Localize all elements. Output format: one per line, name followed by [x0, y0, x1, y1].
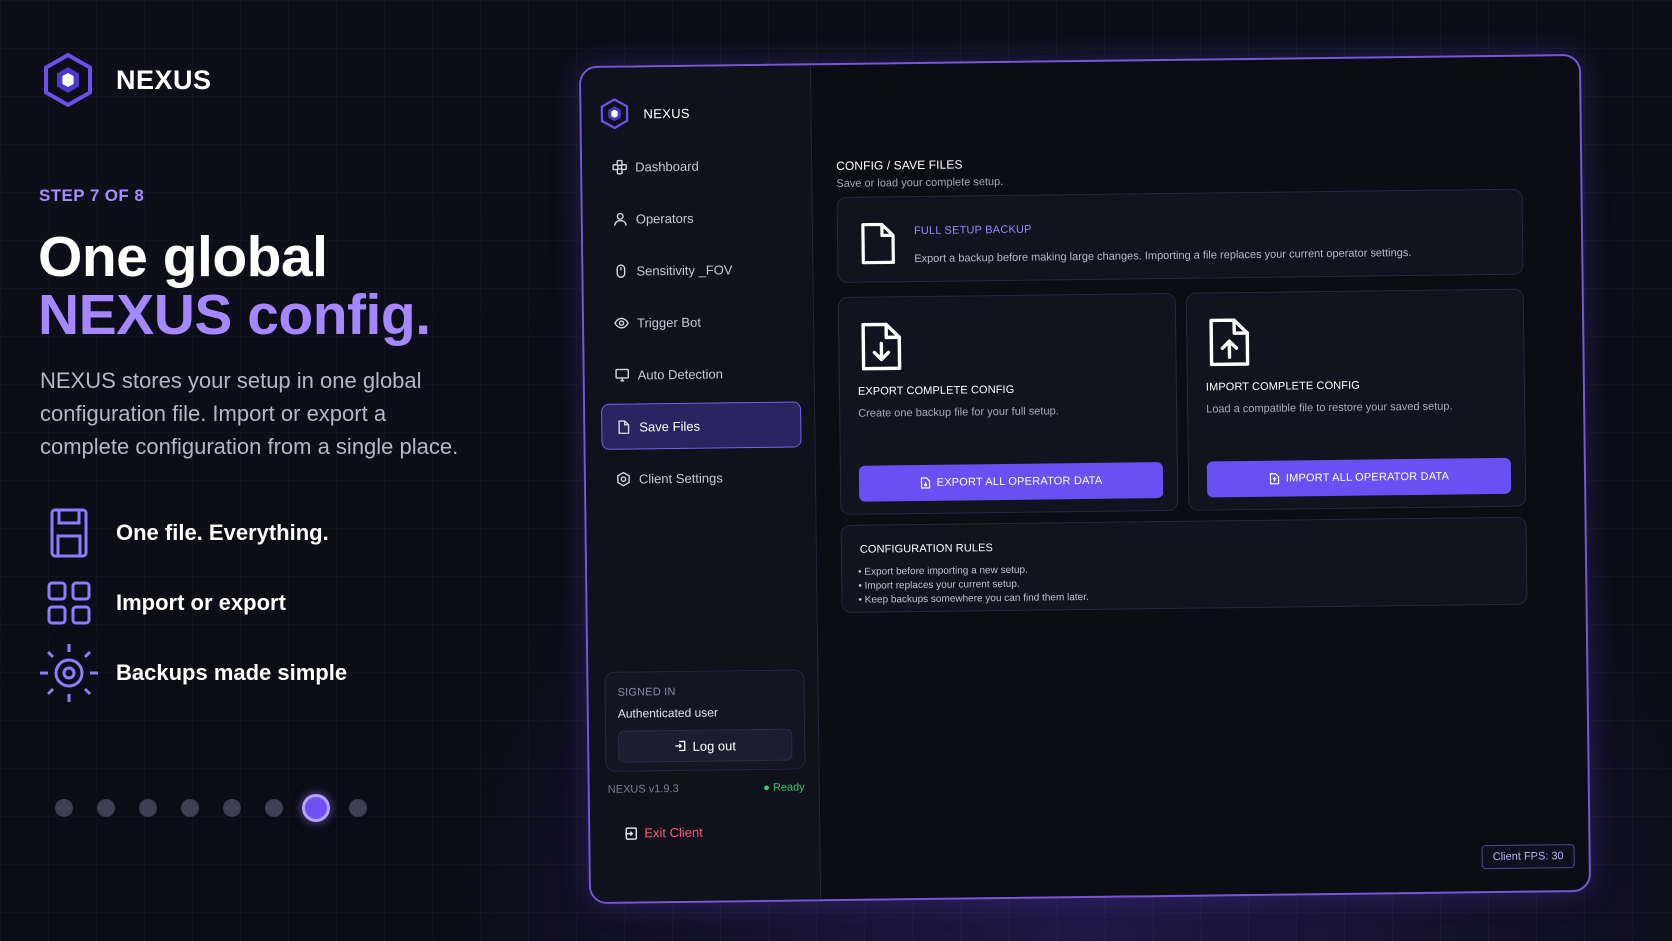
feature-one-file: One file. Everything. [38, 502, 329, 564]
breadcrumb: CONFIG / SAVE FILES [836, 157, 963, 174]
backup-title: FULL SETUP BACKUP [913, 223, 1032, 238]
sidebar-brand-name: NEXUS [643, 105, 690, 121]
page-dot-6[interactable] [265, 799, 283, 817]
logout-label: Log out [692, 737, 737, 754]
sun-icon [40, 644, 98, 702]
sidebar-item-label: Auto Detection [637, 365, 724, 382]
sidebar-item-operators[interactable]: Operators [599, 193, 800, 241]
user-icon [614, 212, 627, 226]
sidebar-item-label: Client Settings [638, 469, 723, 486]
sidebar-item-label: Dashboard [635, 158, 699, 174]
feature-label: Import or export [116, 590, 286, 615]
grid-icon [47, 581, 91, 625]
floppy-disk-icon [50, 508, 88, 558]
logout-button[interactable]: Log out [618, 728, 793, 763]
sidebar-item-client-settings[interactable]: Client Settings [602, 453, 803, 501]
version-label: NEXUS v1.9.3 [607, 782, 679, 796]
settings-icon [617, 471, 630, 487]
sidebar-item-label: Trigger Bot [636, 314, 701, 330]
file-icon [618, 419, 630, 434]
exit-client-button[interactable]: Exit Client [624, 825, 703, 841]
config-rules-card: CONFIGURATION RULES • Export before impo… [840, 516, 1528, 613]
status-ready: ● Ready [763, 781, 805, 794]
hexagon-logo-icon [600, 98, 629, 130]
monitor-icon [615, 368, 630, 381]
page-dot-8[interactable] [349, 799, 367, 817]
file-icon [1269, 473, 1280, 485]
backup-text: Export a backup before making large chan… [914, 246, 1412, 266]
sidebar-item-label: Operators [635, 210, 694, 226]
page-dot-2[interactable] [97, 799, 115, 817]
import-all-button[interactable]: IMPORT ALL OPERATOR DATA [1206, 457, 1512, 498]
file-icon [861, 222, 895, 265]
rules-list: • Export before importing a new setup. •… [858, 563, 1089, 608]
page-subtitle: Save or load your complete setup. [836, 175, 1004, 191]
signed-in-label: SIGNED IN [617, 686, 676, 699]
app-window: NEXUS Dashboard Operators Sensitivity _F… [578, 53, 1592, 905]
page-dot-3[interactable] [139, 799, 157, 817]
file-icon [920, 477, 930, 489]
sidebar-item-label: Sensitivity _FOV [636, 261, 733, 278]
signed-in-user: Authenticated user [617, 705, 718, 721]
feature-label: Backups made simple [116, 660, 348, 685]
file-upload-icon [1209, 318, 1250, 367]
page-dot-4[interactable] [181, 799, 199, 817]
page-dot-5[interactable] [223, 799, 241, 817]
dashboard-icon [612, 159, 627, 174]
page-dot-1[interactable] [55, 799, 73, 817]
feature-backups: Backups made simple [38, 642, 347, 704]
headline-line1: One global [38, 225, 328, 289]
promo-brand: NEXUS [42, 52, 212, 108]
sidebar-item-sensitivity[interactable]: Sensitivity _FOV [599, 245, 800, 293]
export-title: EXPORT COMPLETE CONFIG [857, 383, 1015, 398]
signed-in-panel: SIGNED IN Authenticated user Log out [604, 669, 806, 772]
sidebar-item-label: Save Files [639, 418, 701, 434]
export-all-button[interactable]: EXPORT ALL OPERATOR DATA [858, 462, 1164, 502]
main-content: CONFIG / SAVE FILES Save or load your co… [811, 56, 1589, 899]
sidebar-brand: NEXUS [599, 97, 690, 130]
feature-import-export: Import or export [38, 572, 286, 634]
sidebar-item-save-files[interactable]: Save Files [601, 401, 802, 450]
hexagon-logo-icon [44, 52, 92, 108]
file-download-icon [861, 322, 902, 371]
pagination-dots [55, 794, 367, 822]
sidebar-item-trigger-bot[interactable]: Trigger Bot [600, 297, 801, 345]
import-text: Load a compatible file to restore your s… [1206, 400, 1453, 416]
import-title: IMPORT COMPLETE CONFIG [1205, 379, 1360, 394]
rules-title: CONFIGURATION RULES [859, 542, 994, 556]
promo-brand-name: NEXUS [116, 64, 212, 95]
sidebar-item-auto-detection[interactable]: Auto Detection [600, 349, 801, 397]
logout-icon [675, 740, 686, 752]
sidebar-nav: Dashboard Operators Sensitivity _FOV Tri… [598, 141, 802, 507]
list-item: • Keep backups somewhere you can find th… [858, 591, 1089, 606]
page-dot-7-active[interactable] [302, 794, 330, 822]
eye-icon [614, 317, 629, 329]
export-text: Create one backup file for your full set… [858, 405, 1059, 420]
client-fps-badge: Client FPS: 30 [1481, 844, 1575, 870]
feature-label: One file. Everything. [116, 520, 329, 545]
exit-icon [625, 826, 638, 840]
mouse-icon [616, 263, 626, 278]
sidebar: NEXUS Dashboard Operators Sensitivity _F… [580, 65, 822, 903]
step-indicator: STEP 7 OF 8 [39, 186, 145, 205]
headline: One global NEXUS config. [38, 228, 431, 344]
export-card: EXPORT COMPLETE CONFIG Create one backup… [837, 292, 1179, 515]
exit-client-label: Exit Client [644, 824, 703, 841]
import-all-label: IMPORT ALL OPERATOR DATA [1285, 470, 1450, 485]
headline-line2: NEXUS config. [38, 283, 431, 347]
backup-card: FULL SETUP BACKUP Export a backup before… [836, 188, 1524, 284]
export-all-label: EXPORT ALL OPERATOR DATA [936, 474, 1103, 489]
promo-description: NEXUS stores your setup in one global co… [40, 368, 459, 459]
import-card: IMPORT COMPLETE CONFIG Load a compatible… [1185, 288, 1527, 511]
sidebar-item-dashboard[interactable]: Dashboard [598, 141, 799, 189]
